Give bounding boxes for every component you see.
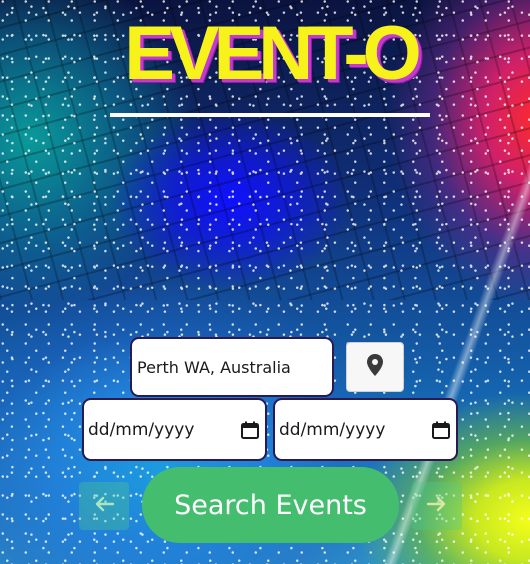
previous-button[interactable] [79,482,129,530]
end-date-input[interactable]: dd/mm/yyyy [273,398,458,461]
use-location-button[interactable] [346,342,404,392]
location-input-value: Perth WA, Australia [137,357,291,377]
app-logo: EVENT-O [124,11,422,96]
start-date-placeholder: dd/mm/yyyy [88,419,195,440]
calendar-icon[interactable] [432,421,450,439]
next-button[interactable] [412,482,462,530]
search-events-button[interactable]: Search Events [142,467,399,543]
location-input[interactable]: Perth WA, Australia [130,337,334,397]
end-date-placeholder: dd/mm/yyyy [279,419,386,440]
map-marker-icon [366,354,384,380]
start-date-input[interactable]: dd/mm/yyyy [82,398,267,461]
logo-underline [110,113,430,117]
arrow-right-icon [426,496,447,516]
calendar-icon[interactable] [241,421,259,439]
arrow-left-icon [94,496,115,516]
